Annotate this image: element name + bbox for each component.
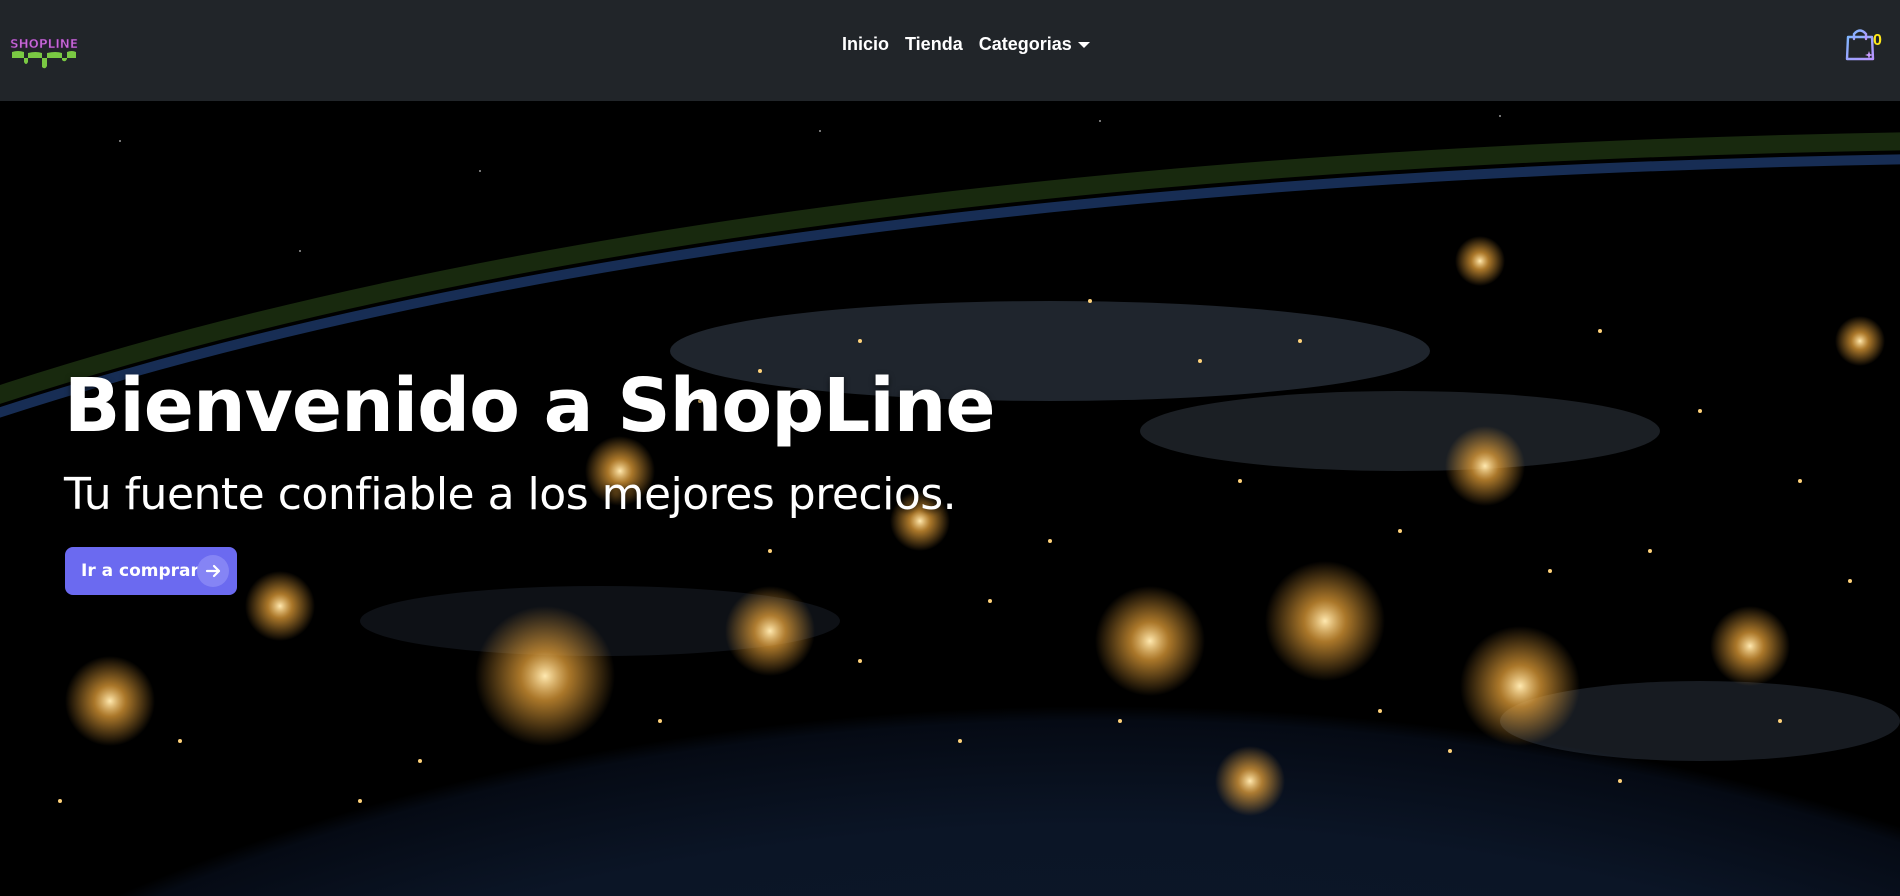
shopline-logo[interactable]: SHOPLINE	[10, 28, 78, 70]
nav-links: Inicio Tienda Categorias	[842, 32, 1090, 56]
hero-subtitle: Tu fuente confiable a los mejores precio…	[64, 469, 957, 520]
arrow-right-icon	[197, 555, 229, 587]
navbar: SHOPLINE Inicio Tienda Categorias 0	[0, 0, 1900, 101]
hero-section: Bienvenido a ShopLine Tu fuente confiabl…	[0, 101, 1900, 896]
caret-down-icon	[1077, 41, 1090, 48]
shop-now-button[interactable]: Ir a comprar	[65, 547, 237, 595]
nav-link-tienda[interactable]: Tienda	[905, 34, 963, 55]
nav-link-categorias-label: Categorias	[978, 33, 1072, 54]
shop-now-button-label: Ir a comprar	[81, 561, 199, 581]
nav-link-tienda-label: Tienda	[905, 33, 963, 54]
nav-dropdown-categorias[interactable]: Categorias	[979, 34, 1090, 55]
nav-link-inicio-label: Inicio	[842, 33, 890, 54]
nav-link-inicio[interactable]: Inicio	[842, 34, 889, 55]
logo-text: SHOPLINE	[10, 37, 78, 51]
cart-count-badge: 0	[1873, 32, 1882, 49]
hero-title: Bienvenido a ShopLine	[64, 363, 996, 449]
